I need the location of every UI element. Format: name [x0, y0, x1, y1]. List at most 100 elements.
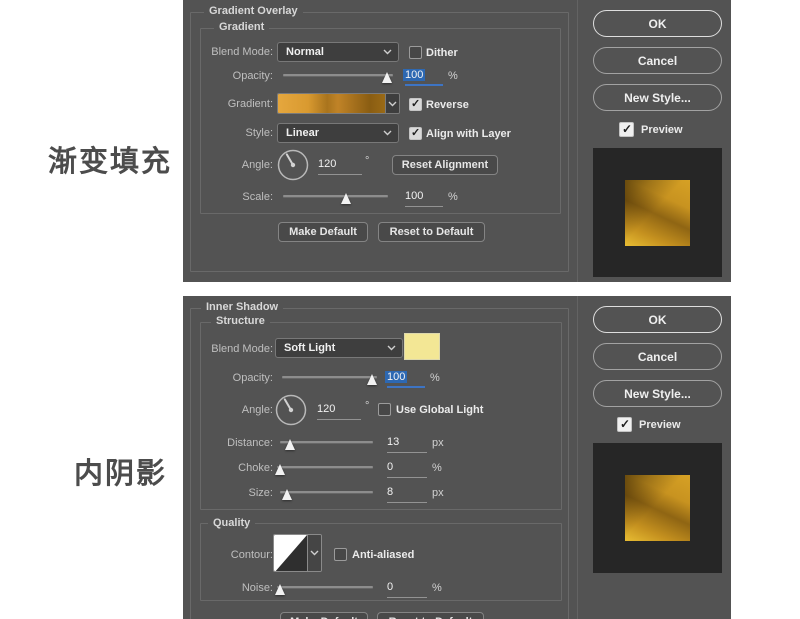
section-title: Structure	[211, 315, 270, 328]
opacity-slider[interactable]	[282, 369, 377, 387]
angle-dial[interactable]	[275, 394, 307, 426]
reset-to-default-button[interactable]: Reset to Default	[378, 222, 485, 242]
reverse-label: Reverse	[426, 99, 469, 112]
style-preview-thumbnail	[593, 148, 722, 277]
slider-track	[277, 466, 373, 468]
angle-unit: °	[365, 400, 369, 413]
blend-mode-dropdown[interactable]: Normal	[277, 42, 399, 62]
size-unit: px	[432, 487, 444, 500]
preview-label: Preview	[639, 419, 681, 432]
opacity-value[interactable]: 100	[405, 69, 443, 86]
slider-thumb[interactable]	[367, 374, 377, 385]
size-label: Size:	[185, 487, 273, 500]
scale-label: Scale:	[185, 191, 273, 204]
section-title: Gradient	[214, 21, 269, 34]
angle-value[interactable]: 120	[317, 403, 361, 420]
slider-thumb[interactable]	[285, 439, 295, 450]
noise-unit: %	[432, 582, 442, 595]
slider-thumb[interactable]	[282, 489, 292, 500]
inner-shadow-panel: Inner Shadow Structure Blend Mode: Soft …	[183, 296, 731, 619]
contour-swatch[interactable]	[274, 535, 307, 571]
new-style-button[interactable]: New Style...	[593, 84, 722, 111]
noise-slider[interactable]	[277, 579, 373, 597]
distance-slider[interactable]	[280, 434, 373, 452]
cancel-button[interactable]: Cancel	[593, 343, 722, 370]
ok-button[interactable]: OK	[593, 10, 722, 37]
preview-checkbox[interactable]	[617, 417, 632, 432]
slider-track	[283, 195, 388, 197]
ok-button[interactable]: OK	[593, 306, 722, 333]
make-default-button[interactable]: Make Default	[280, 612, 368, 619]
style-dropdown[interactable]: Linear	[277, 123, 399, 143]
chevron-down-icon	[387, 345, 396, 351]
preview-gold-square	[625, 475, 690, 541]
reset-to-default-button[interactable]: Reset to Default	[377, 612, 484, 619]
contour-label: Contour:	[185, 549, 273, 562]
dither-label: Dither	[426, 47, 458, 60]
preview-gold-square	[625, 180, 690, 246]
slider-thumb[interactable]	[275, 464, 285, 475]
angle-label: Angle:	[185, 404, 273, 417]
choke-label: Choke:	[185, 462, 273, 475]
make-default-button[interactable]: Make Default	[278, 222, 368, 242]
opacity-label: Opacity:	[185, 372, 273, 385]
divider	[577, 296, 578, 619]
opacity-unit: %	[430, 372, 440, 385]
annotation-gradient-fill: 渐变填充	[48, 138, 172, 180]
divider	[577, 0, 578, 282]
dither-checkbox[interactable]	[409, 46, 422, 59]
anti-aliased-checkbox[interactable]	[334, 548, 347, 561]
cancel-button[interactable]: Cancel	[593, 47, 722, 74]
blend-mode-label: Blend Mode:	[185, 46, 273, 59]
distance-label: Distance:	[185, 437, 273, 450]
use-global-light-label: Use Global Light	[396, 404, 483, 417]
style-label: Style:	[185, 127, 273, 140]
angle-unit: °	[365, 155, 369, 168]
blend-mode-label: Blend Mode:	[185, 343, 273, 356]
panel-title: Gradient Overlay	[204, 5, 303, 18]
distance-unit: px	[432, 437, 444, 450]
angle-label: Angle:	[185, 159, 273, 172]
gradient-label: Gradient:	[185, 98, 273, 111]
chevron-down-icon	[383, 130, 392, 136]
slider-track	[282, 376, 377, 378]
scale-value[interactable]: 100	[405, 190, 443, 207]
use-global-light-checkbox[interactable]	[378, 403, 391, 416]
reverse-checkbox[interactable]	[409, 98, 422, 111]
reset-alignment-button[interactable]: Reset Alignment	[392, 155, 498, 175]
opacity-label: Opacity:	[185, 70, 273, 83]
size-value[interactable]: 8	[387, 486, 427, 503]
contour-control[interactable]	[273, 534, 322, 572]
slider-thumb[interactable]	[341, 193, 351, 204]
annotation-inner-shadow: 内阴影	[74, 450, 167, 492]
size-slider[interactable]	[280, 484, 373, 502]
slider-track	[283, 74, 393, 76]
blend-mode-dropdown[interactable]: Soft Light	[275, 338, 403, 358]
slider-thumb[interactable]	[275, 584, 285, 595]
choke-slider[interactable]	[277, 459, 373, 477]
choke-value[interactable]: 0	[387, 461, 427, 478]
opacity-value[interactable]: 100	[387, 371, 425, 388]
gradient-control[interactable]	[277, 93, 400, 114]
chevron-down-icon[interactable]	[385, 94, 399, 113]
preview-label: Preview	[641, 124, 683, 137]
quality-title: Quality	[208, 517, 255, 530]
align-with-layer-checkbox[interactable]	[409, 127, 422, 140]
distance-value[interactable]: 13	[387, 436, 427, 453]
scale-unit: %	[448, 191, 458, 204]
noise-label: Noise:	[185, 582, 273, 595]
chevron-down-icon	[383, 49, 392, 55]
new-style-button[interactable]: New Style...	[593, 380, 722, 407]
scale-slider[interactable]	[283, 188, 388, 206]
angle-dial[interactable]	[277, 149, 309, 181]
shadow-color-swatch[interactable]	[404, 333, 440, 360]
slider-track	[280, 491, 373, 493]
align-with-layer-label: Align with Layer	[426, 128, 511, 141]
noise-value[interactable]: 0	[387, 581, 427, 598]
opacity-slider[interactable]	[283, 67, 393, 85]
angle-value[interactable]: 120	[318, 158, 362, 175]
gradient-swatch[interactable]	[278, 94, 385, 113]
slider-thumb[interactable]	[382, 72, 392, 83]
chevron-down-icon[interactable]	[307, 535, 321, 571]
preview-checkbox[interactable]	[619, 122, 634, 137]
